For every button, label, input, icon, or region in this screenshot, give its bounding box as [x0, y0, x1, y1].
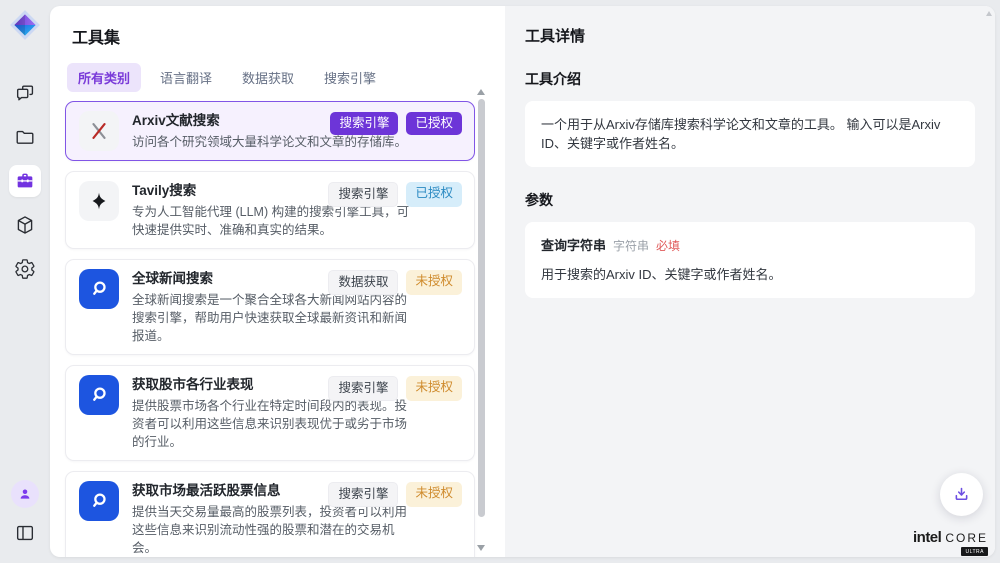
tool-detail-panel: 工具详情 工具介绍 一个用于从Arxiv存储库搜索科学论文和文章的工具。 输入可…	[505, 6, 995, 557]
intro-card: 一个用于从Arxiv存储库搜索科学论文和文章的工具。 输入可以是Arxiv ID…	[525, 101, 975, 167]
intro-text: 一个用于从Arxiv存储库搜索科学论文和文章的工具。 输入可以是Arxiv ID…	[541, 117, 940, 151]
tab-language-translation[interactable]: 语言翻译	[149, 63, 223, 92]
status-badge: 未授权	[406, 270, 462, 295]
status-badge: 已授权	[406, 182, 462, 207]
page-title: 工具集	[72, 24, 505, 48]
tool-tags: 搜索引擎 未授权	[328, 482, 462, 507]
tool-card-arxiv[interactable]: Arxiv文献搜索 访问各个研究领域大量科学论文和文章的存储库。 搜索引擎 已授…	[65, 101, 475, 161]
tool-description: 全球新闻搜索是一个聚合全球各大新闻网站内容的搜索引擎，帮助用户快速获取全球最新资…	[132, 291, 414, 345]
tool-tags: 搜索引擎 已授权	[328, 182, 462, 207]
rail-nav	[9, 77, 41, 285]
news-search-icon	[79, 375, 119, 415]
toolbox-icon-active[interactable]	[9, 165, 41, 197]
tool-card-list: Arxiv文献搜索 访问各个研究领域大量科学论文和文章的存储库。 搜索引擎 已授…	[65, 101, 475, 557]
tool-card-sector-performance[interactable]: 获取股市各行业表现 提供股票市场各个行业在特定时间段内的表现。投资者可以利用这些…	[65, 365, 475, 461]
main-window: 工具集 所有类别 语言翻译 数据获取 搜索引擎 Arxiv文献搜索	[50, 6, 995, 557]
intro-heading: 工具介绍	[525, 69, 975, 89]
param-name: 查询字符串	[541, 236, 606, 255]
tool-tags: 搜索引擎 已授权	[330, 112, 462, 135]
param-type: 字符串	[613, 237, 649, 256]
tool-tags: 数据获取 未授权	[328, 270, 462, 295]
category-tabs: 所有类别 语言翻译 数据获取 搜索引擎	[67, 63, 505, 92]
category-badge: 搜索引擎	[328, 482, 398, 507]
parameter-card: 查询字符串 字符串 必填 用于搜索的Arxiv ID、关键字或作者姓名。	[525, 222, 975, 298]
tab-all-categories[interactable]: 所有类别	[67, 63, 141, 92]
status-badge: 未授权	[406, 376, 462, 401]
category-badge: 搜索引擎	[328, 182, 398, 207]
tool-description: 访问各个研究领域大量科学论文和文章的存储库。	[132, 133, 407, 151]
list-scrollbar[interactable]	[477, 89, 485, 551]
chat-icon[interactable]	[9, 77, 41, 109]
rail-bottom	[9, 480, 41, 549]
tool-card-tavily[interactable]: Tavily搜索 专为人工智能代理 (LLM) 构建的搜索引擎工具，可快速提供实…	[65, 171, 475, 249]
download-button[interactable]	[940, 473, 983, 516]
tab-data-acquisition[interactable]: 数据获取	[231, 63, 305, 92]
tool-description: 提供股票市场各个行业在特定时间段内的表现。投资者可以利用这些信息来识别表现优于或…	[132, 397, 414, 451]
scrollbar-thumb[interactable]	[478, 99, 485, 517]
core-wordmark: core	[945, 531, 988, 545]
tab-search-engine[interactable]: 搜索引擎	[313, 63, 387, 92]
category-badge: 搜索引擎	[330, 112, 398, 135]
intel-core-logo: intel core ULTRA	[913, 529, 988, 556]
scrollbar-down-arrow-icon[interactable]	[477, 545, 485, 551]
left-rail	[0, 0, 50, 563]
tool-card-global-news[interactable]: 全球新闻搜索 全球新闻搜索是一个聚合全球各大新闻网站内容的搜索引擎，帮助用户快速…	[65, 259, 475, 355]
news-search-icon	[79, 269, 119, 309]
tool-card-most-active-stocks[interactable]: 获取市场最活跃股票信息 提供当天交易量最高的股票列表，投资者可以利用这些信息来识…	[65, 471, 475, 557]
detail-scroll-arrow-icon[interactable]	[986, 11, 992, 16]
category-badge: 数据获取	[328, 270, 398, 295]
scrollbar-up-arrow-icon[interactable]	[477, 89, 485, 95]
user-avatar-icon[interactable]	[11, 480, 39, 508]
category-badge: 搜索引擎	[328, 376, 398, 401]
status-badge: 未授权	[406, 482, 462, 507]
params-heading: 参数	[525, 190, 975, 210]
panel-toggle-icon[interactable]	[9, 517, 41, 549]
tool-description: 专为人工智能代理 (LLM) 构建的搜索引擎工具，可快速提供实时、准确和真实的结…	[132, 203, 414, 239]
tool-tags: 搜索引擎 未授权	[328, 376, 462, 401]
status-badge: 已授权	[406, 112, 462, 135]
param-description: 用于搜索的Arxiv ID、关键字或作者姓名。	[541, 265, 959, 284]
app-logo-icon	[9, 9, 41, 41]
tool-list-panel: 工具集 所有类别 语言翻译 数据获取 搜索引擎 Arxiv文献搜索	[50, 6, 505, 557]
folder-icon[interactable]	[9, 121, 41, 153]
ultra-badge: ULTRA	[961, 547, 988, 556]
detail-title: 工具详情	[525, 25, 975, 46]
settings-gear-icon[interactable]	[9, 253, 41, 285]
param-required-label: 必填	[656, 237, 680, 256]
news-search-icon	[79, 481, 119, 521]
intel-wordmark: intel	[913, 529, 941, 546]
sparkle-icon	[79, 181, 119, 221]
arxiv-icon	[79, 111, 119, 151]
download-icon	[952, 485, 971, 504]
tool-description: 提供当天交易量最高的股票列表，投资者可以利用这些信息来识别流动性强的股票和潜在的…	[132, 503, 414, 557]
package-icon[interactable]	[9, 209, 41, 241]
